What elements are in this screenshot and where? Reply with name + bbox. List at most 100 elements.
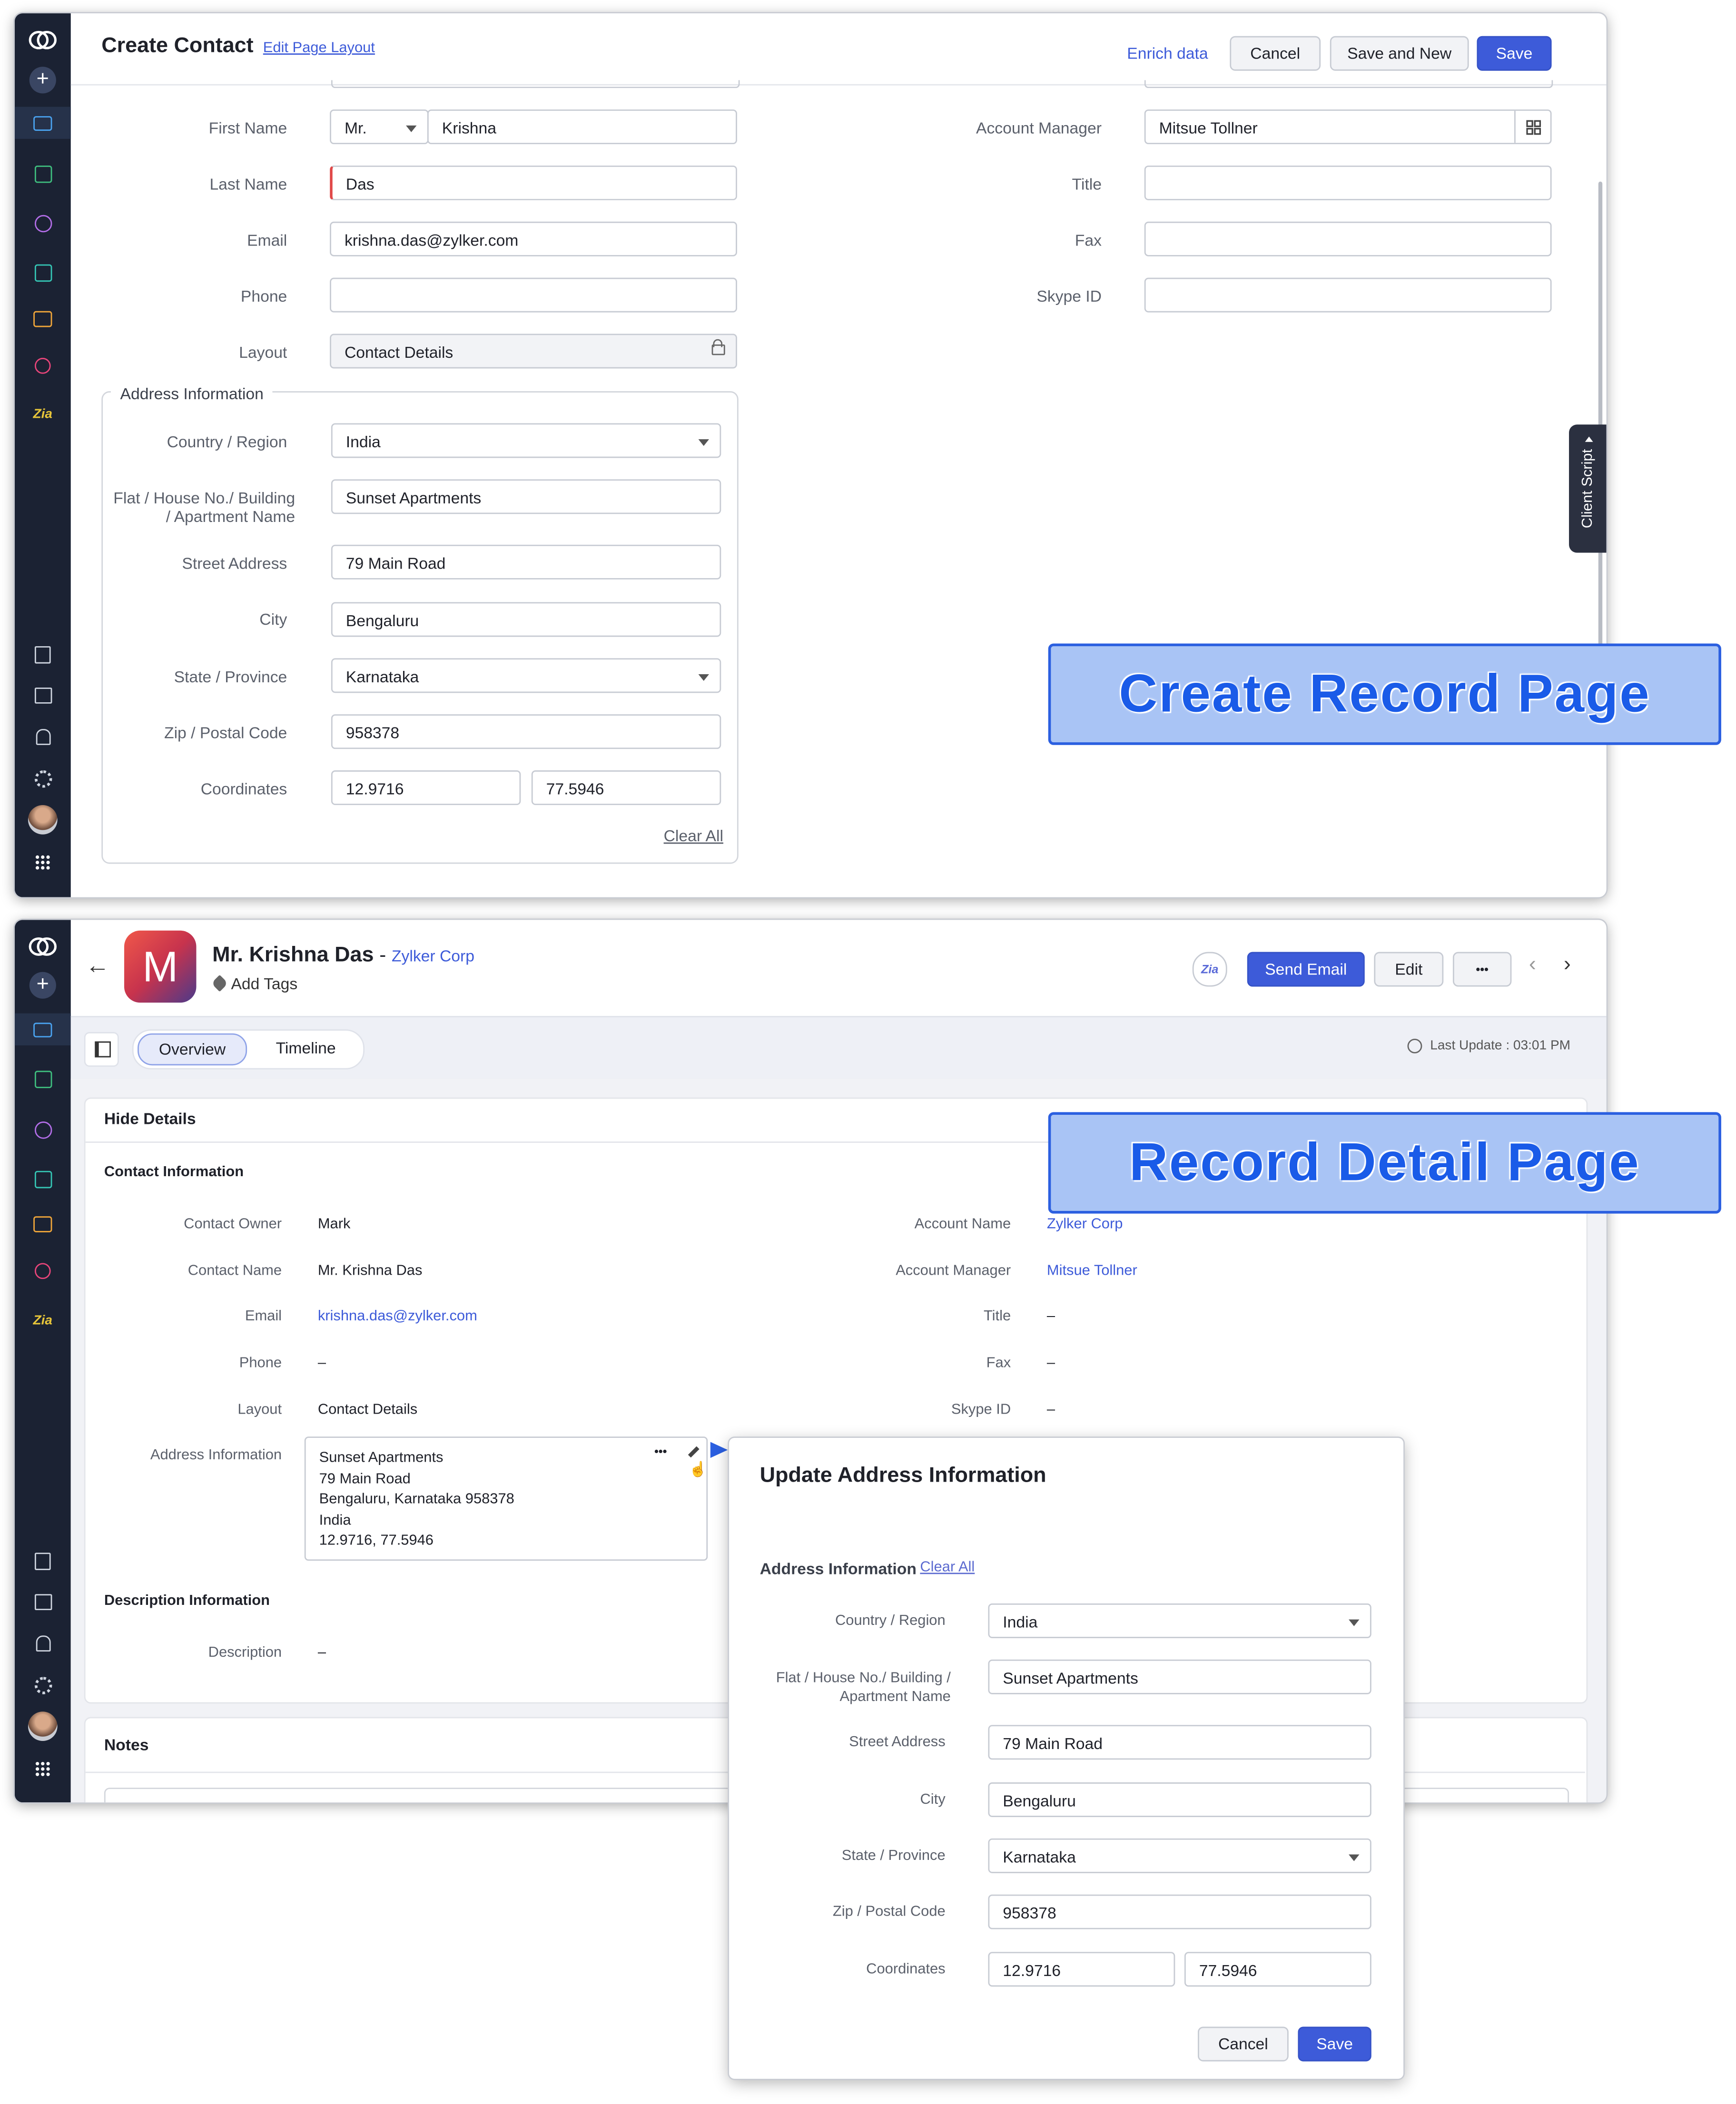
- folder-icon[interactable]: [14, 1013, 71, 1046]
- search-analytics-icon[interactable]: [27, 350, 59, 382]
- avatar[interactable]: [27, 804, 59, 836]
- zip-field[interactable]: 958378: [331, 714, 721, 749]
- field-value: –: [1046, 1355, 1055, 1371]
- checklist-icon[interactable]: [27, 256, 59, 288]
- toggle-panel-icon[interactable]: [84, 1032, 119, 1067]
- page-title: Create Contact: [101, 34, 254, 58]
- bell-icon[interactable]: [27, 1628, 59, 1660]
- add-icon[interactable]: +: [27, 969, 59, 1001]
- street-field[interactable]: 79 Main Road: [988, 1725, 1371, 1760]
- tab-timeline[interactable]: Timeline: [255, 1033, 356, 1063]
- zia-icon[interactable]: Zia: [27, 1304, 59, 1336]
- account-name-link[interactable]: Zylker Corp: [1047, 1216, 1123, 1232]
- gear-icon[interactable]: [27, 762, 59, 794]
- address-section-title: Address Information: [110, 384, 273, 403]
- clock-icon: [1407, 1039, 1422, 1053]
- city-field[interactable]: Bengaluru: [331, 602, 721, 637]
- edit-page-layout-link[interactable]: Edit Page Layout: [263, 40, 375, 56]
- country-value: India: [1003, 1612, 1038, 1632]
- avatar[interactable]: [27, 1710, 59, 1742]
- bell-icon[interactable]: [27, 721, 59, 753]
- cancel-button[interactable]: Cancel: [1230, 36, 1321, 71]
- flat-field[interactable]: Sunset Apartments: [988, 1659, 1371, 1694]
- address-box[interactable]: Sunset Apartments 79 Main Road Bengaluru…: [304, 1436, 708, 1561]
- dialog-save-button[interactable]: Save: [1298, 2026, 1371, 2062]
- country-label: Country / Region: [167, 433, 287, 452]
- longitude-field[interactable]: 77.5946: [1184, 1952, 1371, 1987]
- zia-icon[interactable]: Zia: [27, 398, 59, 430]
- previous-record-icon[interactable]: ‹: [1529, 953, 1536, 977]
- notes-add-icon[interactable]: [27, 1545, 59, 1577]
- zia-button[interactable]: Zia: [1192, 952, 1227, 987]
- dialog-section-title: Address Information: [760, 1559, 917, 1578]
- notes-add-icon[interactable]: [27, 638, 59, 670]
- phone-field[interactable]: [330, 277, 737, 313]
- city-field[interactable]: Bengaluru: [988, 1782, 1371, 1817]
- send-email-button[interactable]: Send Email: [1247, 952, 1365, 987]
- edit-button[interactable]: Edit: [1374, 952, 1444, 987]
- email-link[interactable]: krishna.das@zylker.com: [318, 1308, 477, 1325]
- coordinates-label: Coordinates: [866, 1961, 946, 1977]
- state-select[interactable]: Karnataka: [988, 1838, 1371, 1873]
- save-button[interactable]: Save: [1477, 36, 1552, 71]
- checklist-icon[interactable]: [27, 1163, 59, 1195]
- field-label: Contact Owner: [184, 1216, 282, 1232]
- app-sidebar: + Zia: [14, 920, 71, 1803]
- analytics-icon[interactable]: [27, 1113, 59, 1145]
- hide-details-toggle[interactable]: Hide Details: [104, 1110, 196, 1128]
- add-tags[interactable]: Add Tags: [211, 974, 297, 993]
- add-icon[interactable]: +: [27, 64, 59, 96]
- latitude-field[interactable]: 12.9716: [331, 770, 521, 806]
- longitude-field[interactable]: 77.5946: [531, 770, 721, 806]
- store-icon[interactable]: [27, 303, 59, 335]
- chevron-down-icon: [1349, 1854, 1360, 1861]
- gear-icon[interactable]: [27, 1669, 59, 1701]
- dialog-cancel-button[interactable]: Cancel: [1197, 2026, 1289, 2062]
- more-icon[interactable]: •••: [654, 1442, 667, 1462]
- back-arrow-icon[interactable]: ←: [86, 952, 110, 980]
- description-value: –: [317, 1644, 326, 1661]
- calendar-icon[interactable]: [27, 1586, 59, 1618]
- search-analytics-icon[interactable]: [27, 1255, 59, 1287]
- more-options-button[interactable]: •••: [1452, 952, 1512, 987]
- apps-grid-icon[interactable]: [27, 1753, 59, 1785]
- analytics-icon[interactable]: [27, 207, 59, 239]
- reports-icon[interactable]: [27, 1063, 59, 1095]
- zip-field[interactable]: 958378: [988, 1894, 1371, 1929]
- next-record-icon[interactable]: ›: [1564, 953, 1571, 977]
- folder-icon[interactable]: [14, 107, 71, 139]
- calendar-icon[interactable]: [27, 679, 59, 711]
- flat-label-line2: Apartment Name: [839, 1689, 951, 1705]
- fax-field[interactable]: [1144, 221, 1552, 256]
- tag-icon: [211, 974, 228, 992]
- account-manager-field[interactable]: Mitsue Tollner: [1144, 109, 1552, 145]
- state-select[interactable]: Karnataka: [331, 658, 721, 693]
- latitude-field[interactable]: 12.9716: [988, 1952, 1175, 1987]
- save-and-new-button[interactable]: Save and New: [1330, 36, 1469, 71]
- email-field[interactable]: krishna.das@zylker.com: [330, 221, 737, 256]
- store-icon[interactable]: [27, 1208, 59, 1240]
- lookup-icon[interactable]: [1514, 110, 1550, 143]
- pencil-icon[interactable]: [688, 1446, 700, 1458]
- account-manager-link[interactable]: Mitsue Tollner: [1047, 1263, 1137, 1279]
- reports-icon[interactable]: [27, 157, 59, 189]
- apps-grid-icon[interactable]: [27, 846, 59, 878]
- address-line: 79 Main Road: [319, 1470, 411, 1487]
- clear-all-link[interactable]: Clear All: [664, 826, 723, 845]
- enrich-data-link[interactable]: Enrich data: [1127, 44, 1208, 63]
- account-link[interactable]: Zylker Corp: [392, 946, 474, 965]
- country-select[interactable]: India: [988, 1603, 1371, 1638]
- title-field[interactable]: [1144, 165, 1552, 200]
- country-select[interactable]: India: [331, 423, 721, 458]
- salutation-select[interactable]: Mr.: [330, 109, 429, 145]
- street-field[interactable]: 79 Main Road: [331, 544, 721, 580]
- flat-field[interactable]: Sunset Apartments: [331, 479, 721, 514]
- client-script-tab[interactable]: Client Script: [1569, 424, 1607, 553]
- last-name-field[interactable]: Das: [330, 165, 737, 200]
- crm-logo-icon[interactable]: [27, 931, 59, 963]
- tab-overview[interactable]: Overview: [138, 1033, 247, 1066]
- crm-logo-icon[interactable]: [27, 24, 59, 56]
- first-name-field[interactable]: Krishna: [427, 109, 737, 145]
- skype-field[interactable]: [1144, 277, 1552, 313]
- dialog-clear-all-link[interactable]: Clear All: [920, 1559, 975, 1575]
